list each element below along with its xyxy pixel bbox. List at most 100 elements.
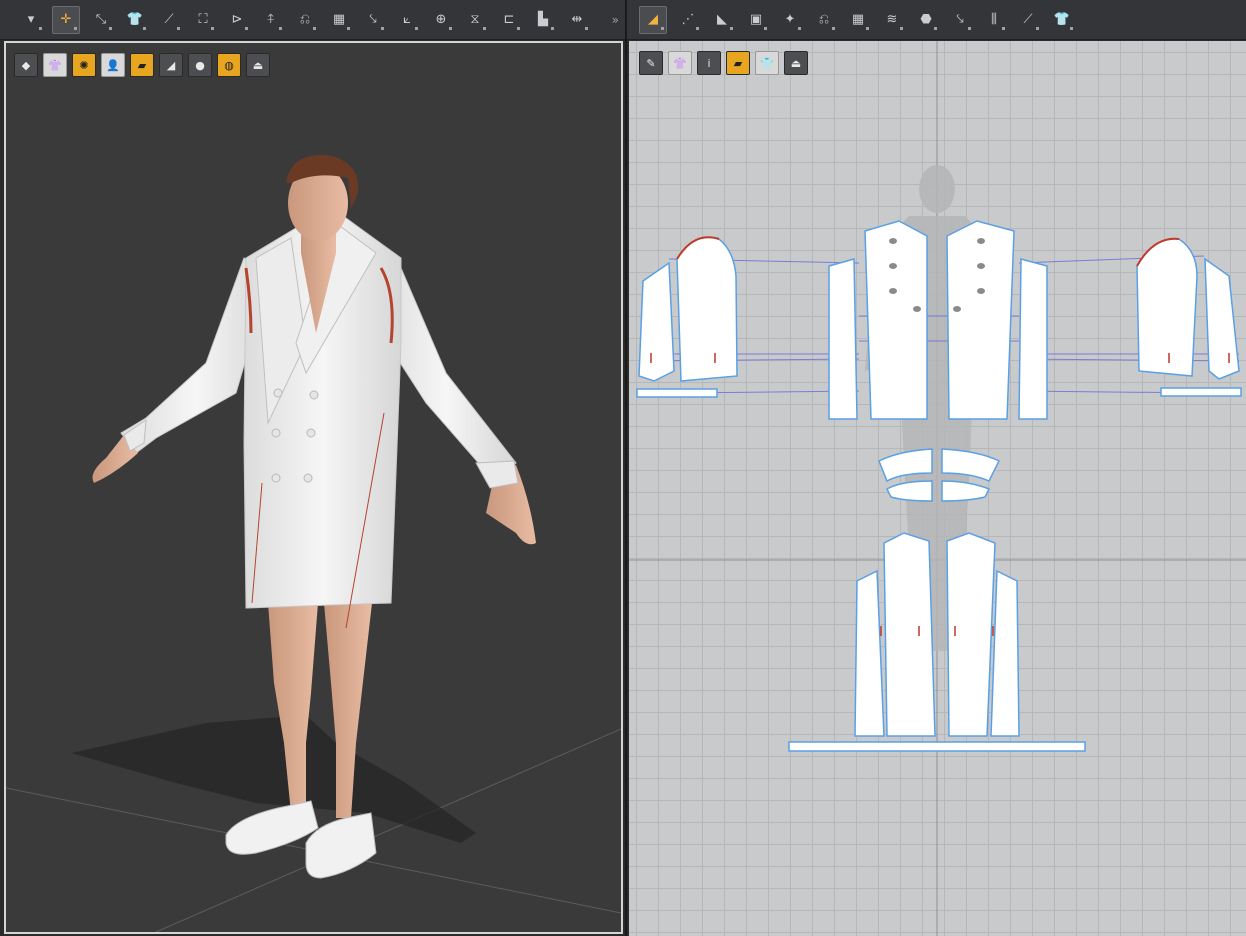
arrangement-points-glyph: ⛶ xyxy=(198,12,208,27)
submenu-indicator xyxy=(832,26,835,30)
polygon-icon[interactable]: ◣ xyxy=(709,7,735,33)
viewport-2d-pattern[interactable]: ✎ 👚 i ▰ 👕 ⏏ xyxy=(629,41,1246,936)
submenu-indicator xyxy=(661,26,664,30)
dart-glyph: ✦ xyxy=(784,12,796,27)
submenu-indicator xyxy=(696,26,699,30)
transform-glyph: ⇹ xyxy=(571,12,583,27)
select-move-icon[interactable]: ✛ xyxy=(52,5,80,34)
pin-icon[interactable]: ⊳ xyxy=(224,7,250,33)
submenu-indicator xyxy=(381,26,384,30)
submenu-indicator xyxy=(415,26,418,30)
export-2d-icon[interactable]: ⏏ xyxy=(784,51,808,75)
avatar-shirt-icon[interactable]: 👕 xyxy=(1049,7,1075,33)
fold-glyph: ⎌ xyxy=(299,12,311,27)
pleat-icon[interactable]: ≋ xyxy=(879,7,905,33)
tack-icon[interactable]: ⍏ xyxy=(258,7,284,33)
submenu-indicator xyxy=(143,26,146,30)
submenu-indicator xyxy=(109,26,112,30)
puckering-glyph: ⧖ xyxy=(470,12,480,27)
edit-point-glyph: ⋰ xyxy=(681,12,695,27)
dart-icon[interactable]: ✦ xyxy=(777,7,803,33)
toolbar-expand-button[interactable]: » xyxy=(612,13,619,27)
grading-icon[interactable]: ▦ xyxy=(845,7,871,33)
submenu-indicator xyxy=(177,26,180,30)
seam-taping-glyph: ⎌ xyxy=(818,12,830,27)
submenu-indicator xyxy=(730,26,733,30)
zipper-icon[interactable]: ⟀ xyxy=(394,7,420,33)
transform-pattern-glyph: ◢ xyxy=(648,12,658,27)
rectangle-glyph: ▣ xyxy=(749,12,763,27)
submenu-indicator xyxy=(968,26,971,30)
pattern-sleeve-left xyxy=(636,236,738,398)
submenu-indicator xyxy=(1070,26,1073,30)
submenu-indicator xyxy=(764,26,767,30)
submenu-indicator xyxy=(483,26,486,30)
simulation-arrow-icon[interactable]: ▾ xyxy=(18,7,44,33)
seam-taping-icon[interactable]: ⎌ xyxy=(811,7,837,33)
pleat-glyph: ≋ xyxy=(886,12,898,27)
topstitch-icon[interactable]: ▦ xyxy=(326,7,352,33)
arrangement-points-icon[interactable]: ⛶ xyxy=(190,7,216,33)
submenu-indicator xyxy=(900,26,903,30)
avatar-sneakers xyxy=(225,800,377,879)
submenu-indicator xyxy=(39,26,42,30)
trim-glyph: ▙ xyxy=(538,12,548,27)
measure-icon[interactable]: ⊏ xyxy=(496,7,522,33)
info-icon[interactable]: i xyxy=(697,51,721,75)
info-glyph: i xyxy=(707,56,711,70)
fold-icon[interactable]: ⎌ xyxy=(292,7,318,33)
pin-glyph: ⊳ xyxy=(231,12,243,27)
lock-shirt-icon[interactable]: 👕 xyxy=(755,51,779,75)
polygon-glyph: ◣ xyxy=(717,12,727,27)
measure-glyph: ⊏ xyxy=(503,12,515,27)
window-splitter[interactable] xyxy=(625,0,627,936)
free-sewing-icon[interactable]: ⟋ xyxy=(1015,7,1041,33)
free-sewing-glyph: ⟋ xyxy=(1023,12,1033,27)
viewport-3d[interactable]: ◆ 👚 ✺ 👤 ▰ ◢ ● ◍ ⏏ xyxy=(4,41,623,934)
submenu-indicator xyxy=(866,26,869,30)
submenu-indicator xyxy=(798,26,801,30)
simulation-arrow-glyph: ▾ xyxy=(27,12,35,27)
submenu-indicator xyxy=(585,26,588,30)
button-2d-icon[interactable]: ⬣ xyxy=(913,7,939,33)
viewport-2d-toolbar: ✎ 👚 i ▰ 👕 ⏏ xyxy=(639,51,813,75)
fold-arrangement-glyph: 👕 xyxy=(126,12,144,27)
button-icon[interactable]: ⤥ xyxy=(360,7,386,33)
texture-2d-icon[interactable]: 👚 xyxy=(668,51,692,75)
submenu-indicator xyxy=(449,26,452,30)
rectangle-icon[interactable]: ▣ xyxy=(743,7,769,33)
lock-shirt-glyph: 👕 xyxy=(760,56,774,70)
transform-pattern-icon[interactable]: ◢ xyxy=(639,5,667,34)
select-mesh-icon[interactable]: ⤡ xyxy=(88,7,114,33)
submenu-indicator xyxy=(934,26,937,30)
texture-2d-glyph: 👚 xyxy=(673,56,687,70)
toolbar-2d: ◢ ⋰ ◣ ▣ ✦ ⎌ ▦ ≋ ⬣ ⤥ ⫼ ⟋ 👕 xyxy=(627,0,1246,40)
button-glyph: ⤥ xyxy=(369,12,377,27)
submenu-indicator xyxy=(211,26,214,30)
submenu-indicator xyxy=(517,26,520,30)
fabric-2d-glyph: ▰ xyxy=(733,56,743,70)
trim-icon[interactable]: ▙ xyxy=(530,7,556,33)
avatar-shirt-glyph: 👕 xyxy=(1053,12,1071,27)
puckering-icon[interactable]: ⧖ xyxy=(462,7,488,33)
submenu-indicator xyxy=(1002,26,1005,30)
submenu-indicator xyxy=(313,26,316,30)
select-mesh-glyph: ⤡ xyxy=(95,12,107,27)
pattern-sleeve-right xyxy=(1136,237,1242,397)
submenu-indicator xyxy=(279,26,282,30)
edit-curvature-glyph: ⟋ xyxy=(164,12,174,27)
grading-glyph: ▦ xyxy=(851,12,865,27)
segment-sewing-icon[interactable]: ⫼ xyxy=(981,7,1007,33)
transform-icon[interactable]: ⇹ xyxy=(564,7,590,33)
zipper-glyph: ⟀ xyxy=(403,12,411,27)
pattern-brush-glyph: ✎ xyxy=(646,56,656,70)
zipper-2d-icon[interactable]: ⤥ xyxy=(947,7,973,33)
zipper-2d-glyph: ⤥ xyxy=(956,12,964,27)
fabric-2d-icon[interactable]: ▰ xyxy=(726,51,750,75)
buttonhole-icon[interactable]: ⊕ xyxy=(428,7,454,33)
fold-arrangement-icon[interactable]: 👕 xyxy=(122,7,148,33)
pattern-brush-icon[interactable]: ✎ xyxy=(639,51,663,75)
select-move-glyph: ✛ xyxy=(60,12,72,27)
edit-point-icon[interactable]: ⋰ xyxy=(675,7,701,33)
edit-curvature-icon[interactable]: ⟋ xyxy=(156,7,182,33)
